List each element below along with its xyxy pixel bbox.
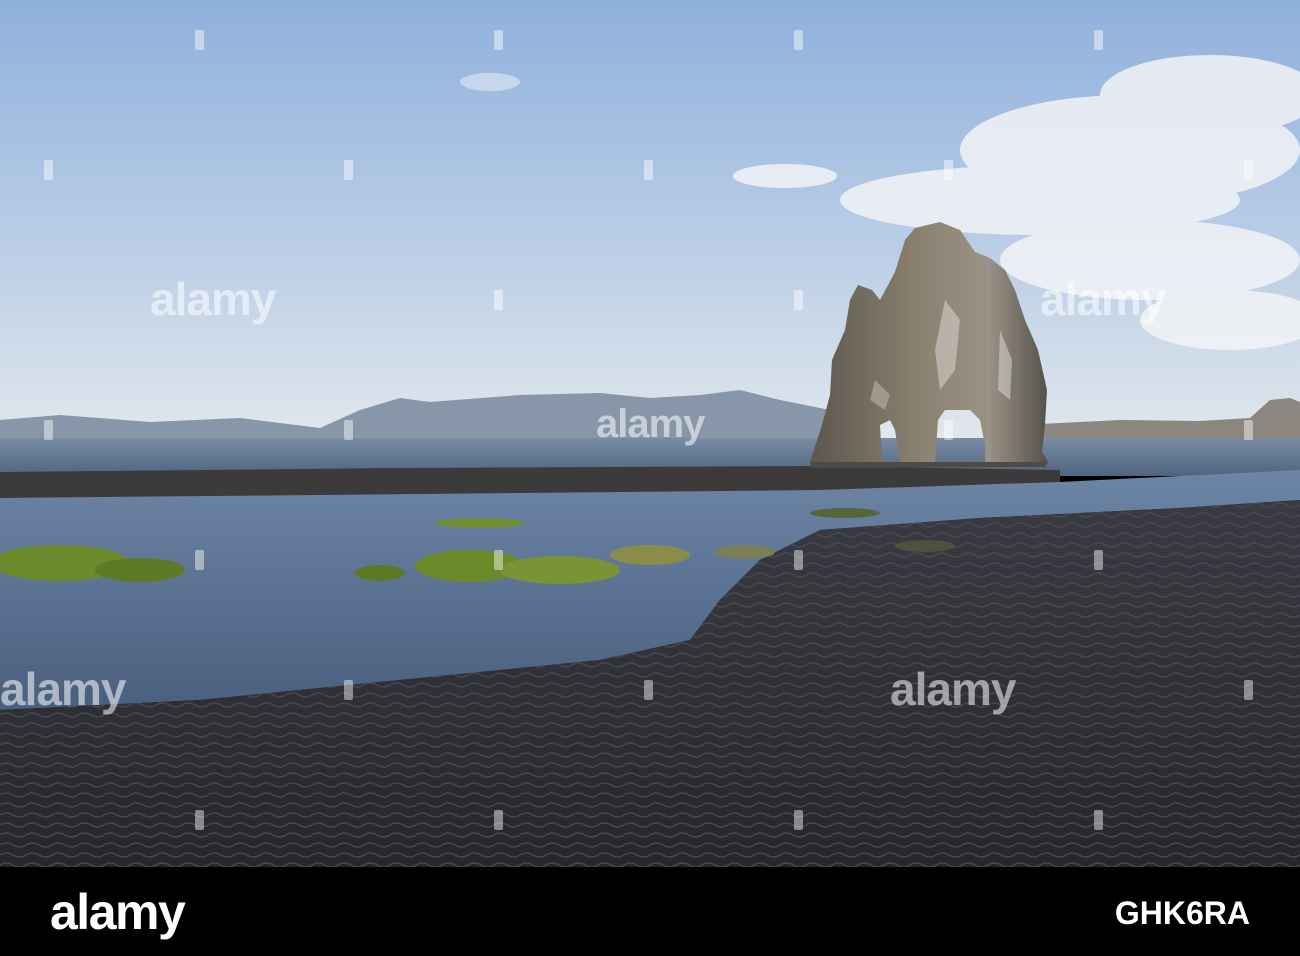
photo: alamy alamy alamy alamy alamy	[0, 0, 1300, 867]
watermark-dot	[494, 550, 503, 570]
watermark-dot	[794, 30, 803, 50]
watermark-dot	[644, 160, 653, 180]
watermark-dot	[1244, 160, 1253, 180]
landscape-scene	[0, 0, 1300, 867]
watermark-dot	[1244, 680, 1253, 700]
watermark-dot	[344, 160, 353, 180]
watermark-dot	[1244, 420, 1253, 440]
watermark-dot	[195, 810, 204, 830]
watermark-dot	[344, 680, 353, 700]
watermark-dot	[944, 160, 953, 180]
watermark-dot	[44, 420, 53, 440]
watermark-dot	[494, 810, 503, 830]
watermark-dot	[1094, 550, 1103, 570]
watermark-dot	[644, 680, 653, 700]
watermark-dot	[944, 420, 953, 440]
footer-logo: alamy	[50, 884, 186, 940]
watermark-dot	[794, 810, 803, 830]
watermark-dot	[44, 160, 53, 180]
watermark-dot	[794, 550, 803, 570]
watermark-dot	[494, 30, 503, 50]
watermark-dot	[195, 550, 204, 570]
watermark-dot	[1094, 30, 1103, 50]
watermark-dot	[494, 290, 503, 310]
image-code: GHK6RA	[1114, 895, 1250, 931]
watermark-dot	[344, 420, 353, 440]
footer-bar: alamy GHK6RA	[0, 867, 1300, 956]
watermark-dot	[1094, 810, 1103, 830]
watermark-dot	[195, 30, 204, 50]
watermark-dot	[794, 290, 803, 310]
